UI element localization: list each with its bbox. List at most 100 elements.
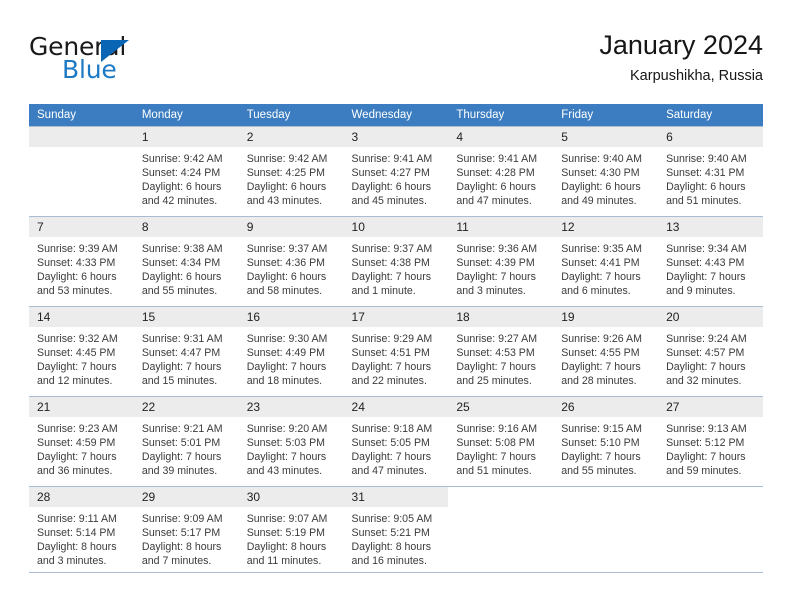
day-number: 25 <box>448 397 554 417</box>
sunrise-text: Sunrise: 9:27 AM <box>456 333 538 345</box>
sunset-text: Sunset: 4:53 PM <box>456 347 535 360</box>
daylight-text: and 51 minutes. <box>666 195 742 208</box>
day-number: 3 <box>343 127 449 147</box>
calendar-day-cell[interactable]: 23 Sunrise: 9:20 AM Sunset: 5:03 PM Dayligh… <box>238 396 344 487</box>
daylight-text: Daylight: 7 hours <box>141 361 222 374</box>
daylight-text: Daylight: 6 hours <box>561 181 641 194</box>
day-number: 27 <box>658 397 763 417</box>
calendar-day-cell[interactable]: 20 Sunrise: 9:24 AM Sunset: 4:57 PM Dayligh… <box>658 306 763 397</box>
day-number: 28 <box>29 487 134 507</box>
daylight-text: Daylight: 7 hours <box>666 271 746 284</box>
daylight-text: Daylight: 7 hours <box>246 451 327 464</box>
sunrise-text: Sunrise: 9:07 AM <box>246 513 328 525</box>
calendar-day-cell[interactable]: 4 Sunrise: 9:41 AM Sunset: 4:28 PM Daylight… <box>448 126 554 217</box>
calendar-day-cell[interactable]: 14 Sunrise: 9:32 AM Sunset: 4:45 PM Dayligh… <box>29 306 134 397</box>
day-number: 5 <box>553 127 659 147</box>
daylight-text: Daylight: 6 hours <box>37 271 117 284</box>
calendar-day-cell[interactable]: 28 Sunrise: 9:11 AM Sunset: 5:14 PM Dayligh… <box>29 486 134 576</box>
sunset-text: Sunset: 4:41 PM <box>561 257 640 270</box>
calendar-day-cell[interactable]: 1 Sunrise: 9:42 AM Sunset: 4:24 PM Daylight… <box>133 126 239 217</box>
day-details: Sunrise: 9:23 AM Sunset: 4:59 PM Daylight:… <box>29 417 134 478</box>
calendar-day-cell[interactable]: 17 Sunrise: 9:29 AM Sunset: 4:51 PM Dayligh… <box>343 306 449 397</box>
daylight-text: and 11 minutes. <box>246 555 322 568</box>
sunset-text: Sunset: 4:57 PM <box>666 347 745 360</box>
calendar-day-cell[interactable]: 7 Sunrise: 9:39 AM Sunset: 4:33 PM Daylight… <box>29 216 134 307</box>
sunrise-text: Sunrise: 9:36 AM <box>456 243 538 255</box>
sunset-text: Sunset: 5:21 PM <box>351 527 430 540</box>
daylight-text: Daylight: 7 hours <box>351 271 432 284</box>
daylight-text: and 7 minutes. <box>141 555 212 568</box>
calendar-day-cell[interactable]: 5 Sunrise: 9:40 AM Sunset: 4:30 PM Daylight… <box>553 126 659 217</box>
calendar-day-cell[interactable]: 12 Sunrise: 9:35 AM Sunset: 4:41 PM Dayligh… <box>553 216 659 307</box>
calendar-day-cell[interactable]: 13 Sunrise: 9:34 AM Sunset: 4:43 PM Dayligh… <box>658 216 763 307</box>
daylight-text: Daylight: 7 hours <box>37 451 117 464</box>
calendar-day-cell[interactable]: 10 Sunrise: 9:37 AM Sunset: 4:38 PM Dayligh… <box>343 216 449 307</box>
weekday-header-friday: Friday <box>553 104 659 127</box>
calendar-day-cell[interactable]: 8 Sunrise: 9:38 AM Sunset: 4:34 PM Daylight… <box>133 216 239 307</box>
sunset-text: Sunset: 5:19 PM <box>246 527 326 540</box>
sunset-text: Sunset: 4:51 PM <box>351 347 430 360</box>
calendar-day-cell[interactable]: 24 Sunrise: 9:18 AM Sunset: 5:05 PM Dayligh… <box>343 396 449 487</box>
sunset-text: Sunset: 4:31 PM <box>666 167 745 180</box>
sunset-text: Sunset: 4:27 PM <box>351 167 430 180</box>
sunrise-text: Sunrise: 9:15 AM <box>561 423 642 435</box>
sunrise-text: Sunrise: 9:38 AM <box>141 243 223 255</box>
sunrise-text: Sunrise: 9:11 AM <box>37 513 117 525</box>
daylight-text: and 51 minutes. <box>456 465 532 478</box>
page-title: January 2024 <box>599 30 763 60</box>
weekday-header-thursday: Thursday <box>448 104 554 127</box>
daylight-text: and 6 minutes. <box>561 285 631 298</box>
daylight-text: Daylight: 6 hours <box>351 181 432 194</box>
sunset-text: Sunset: 4:25 PM <box>246 167 326 180</box>
day-details: Sunrise: 9:41 AM Sunset: 4:27 PM Daylight:… <box>344 147 449 208</box>
day-number: 7 <box>29 217 134 237</box>
daylight-text: Daylight: 8 hours <box>246 541 327 554</box>
weekday-header-sunday: Sunday <box>29 104 134 127</box>
daylight-text: and 32 minutes. <box>666 375 742 388</box>
daylight-text: and 36 minutes. <box>37 465 113 478</box>
day-number: 20 <box>658 307 763 327</box>
calendar-day-cell[interactable]: 18 Sunrise: 9:27 AM Sunset: 4:53 PM Dayligh… <box>448 306 554 397</box>
calendar-day-cell[interactable]: 26 Sunrise: 9:15 AM Sunset: 5:10 PM Dayligh… <box>553 396 659 487</box>
day-details: Sunrise: 9:15 AM Sunset: 5:10 PM Daylight:… <box>553 417 658 478</box>
calendar-day-cell[interactable]: 16 Sunrise: 9:30 AM Sunset: 4:49 PM Dayligh… <box>238 306 344 397</box>
day-details: Sunrise: 9:24 AM Sunset: 4:57 PM Daylight:… <box>658 327 763 388</box>
calendar-week-row: 14 Sunrise: 9:32 AM Sunset: 4:45 PM Dayligh… <box>29 306 763 397</box>
day-number: 12 <box>553 217 659 237</box>
daylight-text: Daylight: 7 hours <box>456 451 536 464</box>
daylight-text: Daylight: 6 hours <box>141 181 222 194</box>
day-number: 9 <box>238 217 344 237</box>
sunset-text: Sunset: 4:55 PM <box>561 347 640 360</box>
sunrise-text: Sunrise: 9:40 AM <box>561 153 642 165</box>
calendar-day-cell[interactable]: 22 Sunrise: 9:21 AM Sunset: 5:01 PM Dayligh… <box>133 396 239 487</box>
daylight-text: and 43 minutes. <box>246 195 323 208</box>
sunset-text: Sunset: 4:36 PM <box>246 257 326 270</box>
weekday-header-wednesday: Wednesday <box>343 104 449 127</box>
calendar-day-cell[interactable]: 21 Sunrise: 9:23 AM Sunset: 4:59 PM Dayligh… <box>29 396 134 487</box>
calendar-day-cell[interactable]: 31 Sunrise: 9:05 AM Sunset: 5:21 PM Dayligh… <box>343 486 449 576</box>
calendar-day-cell[interactable]: 15 Sunrise: 9:31 AM Sunset: 4:47 PM Dayligh… <box>133 306 239 397</box>
calendar-day-cell[interactable]: 11 Sunrise: 9:36 AM Sunset: 4:39 PM Dayligh… <box>448 216 554 307</box>
calendar-day-cell[interactable]: 9 Sunrise: 9:37 AM Sunset: 4:36 PM Daylight… <box>238 216 344 307</box>
calendar-day-cell[interactable]: 27 Sunrise: 9:13 AM Sunset: 5:12 PM Dayligh… <box>658 396 763 487</box>
daylight-text: and 15 minutes. <box>141 375 218 388</box>
daylight-text: Daylight: 7 hours <box>351 451 432 464</box>
brand-name-blue: Blue <box>62 55 117 84</box>
calendar-day-cell[interactable]: 2 Sunrise: 9:42 AM Sunset: 4:25 PM Daylight… <box>238 126 344 217</box>
calendar-day-cell[interactable]: 30 Sunrise: 9:07 AM Sunset: 5:19 PM Dayligh… <box>238 486 344 576</box>
day-details: Sunrise: 9:42 AM Sunset: 4:24 PM Daylight:… <box>134 147 239 208</box>
daylight-text: Daylight: 7 hours <box>37 361 117 374</box>
day-number: 31 <box>343 487 449 507</box>
calendar-body: 1 Sunrise: 9:42 AM Sunset: 4:24 PM Daylight… <box>29 126 763 576</box>
calendar-day-cell[interactable]: 29 Sunrise: 9:09 AM Sunset: 5:17 PM Dayligh… <box>133 486 239 576</box>
day-details: Sunrise: 9:09 AM Sunset: 5:17 PM Daylight:… <box>134 507 239 568</box>
daylight-text: and 12 minutes. <box>37 375 113 388</box>
daylight-text: and 43 minutes. <box>246 465 323 478</box>
day-details: Sunrise: 9:20 AM Sunset: 5:03 PM Daylight:… <box>239 417 344 478</box>
calendar-day-cell[interactable]: 6 Sunrise: 9:40 AM Sunset: 4:31 PM Daylight… <box>658 126 763 217</box>
calendar-day-cell[interactable]: 19 Sunrise: 9:26 AM Sunset: 4:55 PM Dayligh… <box>553 306 659 397</box>
calendar-day-cell[interactable]: 3 Sunrise: 9:41 AM Sunset: 4:27 PM Daylight… <box>343 126 449 217</box>
sunset-text: Sunset: 4:43 PM <box>666 257 745 270</box>
page-header: General Blue January 2024 Karpushikha, R… <box>29 28 763 98</box>
calendar-day-cell[interactable]: 25 Sunrise: 9:16 AM Sunset: 5:08 PM Dayligh… <box>448 396 554 487</box>
